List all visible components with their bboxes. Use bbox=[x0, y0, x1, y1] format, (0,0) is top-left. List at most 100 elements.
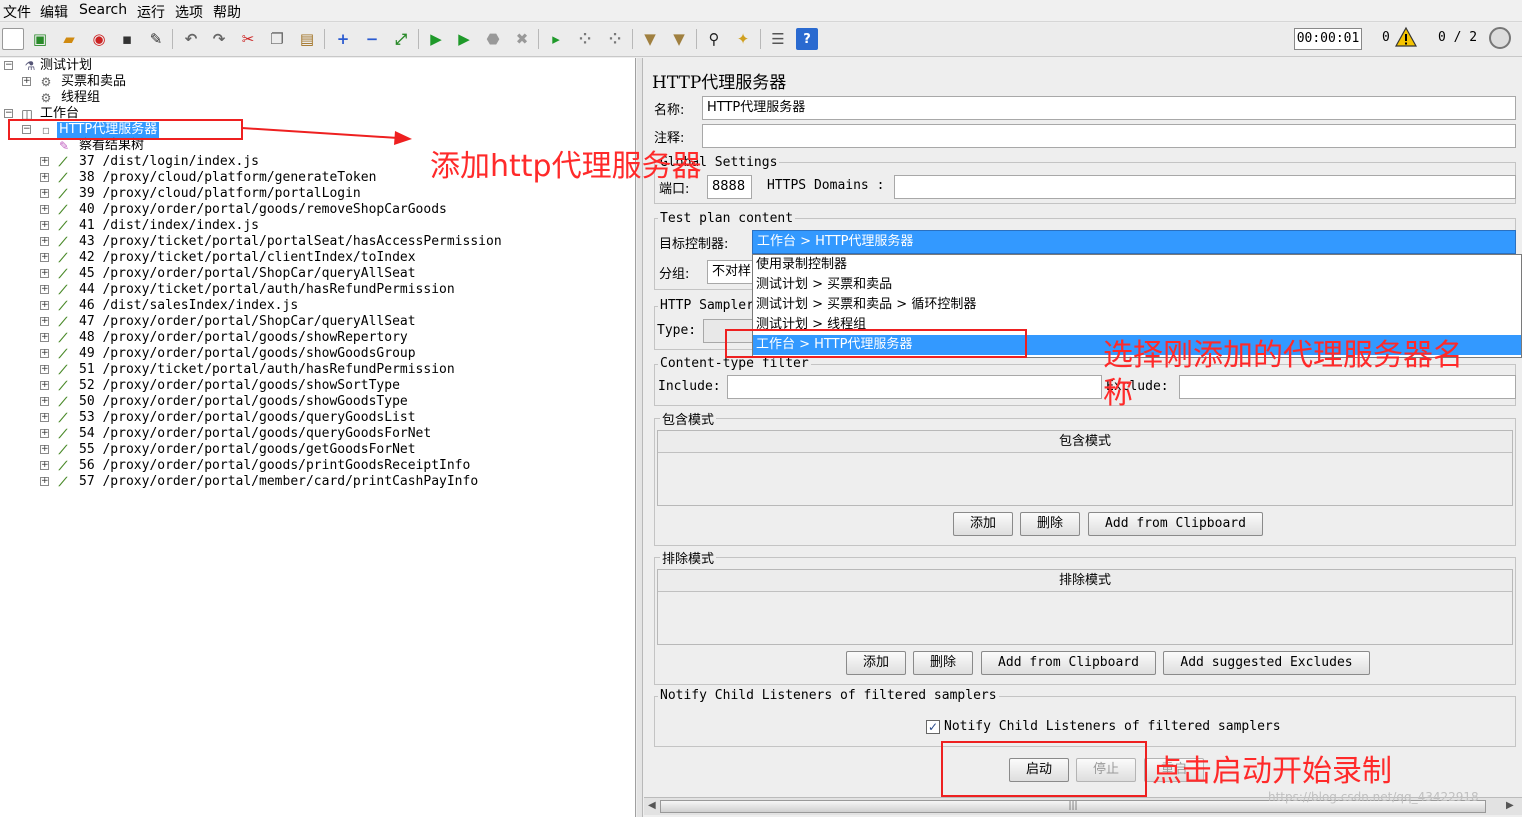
start-no-pause-icon[interactable]: ▶ bbox=[453, 28, 475, 50]
menu-search[interactable]: Search bbox=[79, 2, 127, 18]
menu-options[interactable]: 选项 bbox=[175, 2, 203, 22]
expand-toggle[interactable]: + bbox=[40, 397, 49, 406]
tree-node-sampler[interactable]: 38 /proxy/cloud/platform/generateToken bbox=[79, 170, 376, 186]
clear-all-icon[interactable]: ▼ bbox=[668, 28, 690, 50]
tree-node-sampler[interactable]: 45 /proxy/order/portal/ShopCar/queryAllS… bbox=[79, 266, 416, 282]
remote-shutdown-icon[interactable]: ⁘ bbox=[604, 28, 626, 50]
target-controller-select[interactable]: 工作台 > HTTP代理服务器 bbox=[752, 230, 1516, 254]
expand-toggle[interactable]: + bbox=[40, 477, 49, 486]
menu-run[interactable]: 运行 bbox=[137, 2, 165, 22]
include-add-button[interactable]: 添加 bbox=[953, 512, 1013, 536]
include-add-from-clipboard-button[interactable]: Add from Clipboard bbox=[1088, 512, 1263, 536]
expand-toggle[interactable]: + bbox=[40, 173, 49, 182]
tree-node-sampler[interactable]: 51 /proxy/ticket/portal/auth/hasRefundPe… bbox=[79, 362, 455, 378]
close-icon[interactable]: ◉ bbox=[88, 28, 110, 50]
expand-toggle[interactable]: + bbox=[40, 317, 49, 326]
stop-icon[interactable]: ⬣ bbox=[482, 28, 504, 50]
expand-toggle[interactable]: + bbox=[40, 189, 49, 198]
remote-start-icon[interactable]: ▸ bbox=[545, 28, 567, 50]
exclude-filter-field[interactable] bbox=[1179, 375, 1516, 399]
tree-node-sampler[interactable]: 49 /proxy/order/portal/goods/showGoodsGr… bbox=[79, 346, 416, 362]
tree-node-sampler[interactable]: 56 /proxy/order/portal/goods/printGoodsR… bbox=[79, 458, 470, 474]
dropdown-option[interactable]: 测试计划 > 买票和卖品 bbox=[756, 275, 892, 295]
collapse-toggle[interactable]: − bbox=[4, 61, 13, 70]
scroll-right-icon[interactable]: ▶ bbox=[1506, 800, 1514, 811]
paste-icon[interactable]: ▤ bbox=[296, 28, 318, 50]
expand-toggle[interactable]: + bbox=[40, 157, 49, 166]
help-icon[interactable]: ? bbox=[796, 28, 818, 50]
tree-node-view-results[interactable]: 察看结果树 bbox=[79, 138, 144, 154]
tree-node-sampler[interactable]: 43 /proxy/ticket/portal/portalSeat/hasAc… bbox=[79, 234, 502, 250]
tree-node-sampler[interactable]: 42 /proxy/ticket/portal/clientIndex/toIn… bbox=[79, 250, 416, 266]
tree-node-thread-group[interactable]: 买票和卖品 bbox=[61, 74, 126, 90]
tree-node-sampler[interactable]: 41 /dist/index/index.js bbox=[79, 218, 259, 234]
add-suggested-excludes-button[interactable]: Add suggested Excludes bbox=[1163, 651, 1370, 675]
expand-toggle[interactable]: + bbox=[40, 381, 49, 390]
save-icon[interactable]: ▪ bbox=[116, 28, 138, 50]
redo-icon[interactable]: ↷ bbox=[208, 28, 230, 50]
dropdown-option[interactable]: 测试计划 > 买票和卖品 > 循环控制器 bbox=[756, 295, 976, 315]
expand-toggle[interactable]: + bbox=[40, 429, 49, 438]
tree-node-sampler[interactable]: 40 /proxy/order/portal/goods/removeShopC… bbox=[79, 202, 447, 218]
exclude-add-button[interactable]: 添加 bbox=[846, 651, 906, 675]
include-filter-field[interactable] bbox=[727, 375, 1102, 399]
expand-icon[interactable]: + bbox=[332, 28, 354, 50]
menu-help[interactable]: 帮助 bbox=[213, 2, 241, 22]
name-field[interactable]: HTTP代理服务器 bbox=[702, 96, 1516, 120]
expand-toggle[interactable]: + bbox=[40, 413, 49, 422]
tree-node-sampler[interactable]: 48 /proxy/order/portal/goods/showReperto… bbox=[79, 330, 408, 346]
tree-node-thread-group[interactable]: 线程组 bbox=[61, 90, 100, 106]
expand-toggle[interactable]: + bbox=[40, 333, 49, 342]
remote-stop-icon[interactable]: ⁘ bbox=[574, 28, 596, 50]
expand-toggle[interactable]: + bbox=[40, 445, 49, 454]
port-field[interactable]: 8888 bbox=[707, 175, 752, 199]
expand-toggle[interactable]: + bbox=[40, 253, 49, 262]
search-icon[interactable]: ⚲ bbox=[703, 28, 725, 50]
notify-checkbox[interactable]: ✓ bbox=[926, 720, 940, 734]
tree-node-test-plan[interactable]: 测试计划 bbox=[40, 58, 92, 74]
scroll-left-icon[interactable]: ◀ bbox=[648, 800, 656, 811]
expand-toggle[interactable]: + bbox=[40, 221, 49, 230]
tree-node-sampler[interactable]: 46 /dist/salesIndex/index.js bbox=[79, 298, 298, 314]
tree-node-sampler[interactable]: 54 /proxy/order/portal/goods/queryGoodsF… bbox=[79, 426, 431, 442]
exclude-add-from-clipboard-button[interactable]: Add from Clipboard bbox=[981, 651, 1156, 675]
expand-toggle[interactable]: + bbox=[40, 285, 49, 294]
include-delete-button[interactable]: 删除 bbox=[1020, 512, 1080, 536]
expand-toggle[interactable]: + bbox=[40, 349, 49, 358]
expand-toggle[interactable]: + bbox=[40, 269, 49, 278]
shutdown-icon[interactable]: ✖ bbox=[511, 28, 533, 50]
new-icon[interactable] bbox=[2, 28, 24, 50]
expand-toggle[interactable]: + bbox=[40, 365, 49, 374]
tree-node-sampler[interactable]: 39 /proxy/cloud/platform/portalLogin bbox=[79, 186, 361, 202]
tree-node-sampler[interactable]: 57 /proxy/order/portal/member/card/print… bbox=[79, 474, 478, 490]
exclude-delete-button[interactable]: 删除 bbox=[913, 651, 973, 675]
tree-node-sampler[interactable]: 47 /proxy/order/portal/ShopCar/queryAllS… bbox=[79, 314, 416, 330]
menu-file[interactable]: 文件 bbox=[3, 2, 31, 22]
comment-field[interactable] bbox=[702, 124, 1516, 148]
copy-icon[interactable]: ❐ bbox=[266, 28, 288, 50]
save-as-icon[interactable]: ✎ bbox=[145, 28, 167, 50]
collapse-toggle[interactable]: − bbox=[4, 109, 13, 118]
start-icon[interactable]: ▶ bbox=[425, 28, 447, 50]
function-helper-icon[interactable]: ☰ bbox=[767, 28, 789, 50]
expand-toggle[interactable]: + bbox=[40, 301, 49, 310]
expand-toggle[interactable]: + bbox=[40, 237, 49, 246]
tree-node-sampler[interactable]: 53 /proxy/order/portal/goods/queryGoodsL… bbox=[79, 410, 416, 426]
dropdown-option[interactable]: 使用录制控制器 bbox=[756, 255, 847, 275]
templates-icon[interactable]: ▣ bbox=[29, 28, 51, 50]
https-domains-field[interactable] bbox=[894, 175, 1516, 199]
expand-toggle[interactable]: + bbox=[40, 461, 49, 470]
reset-search-icon[interactable]: ✦ bbox=[732, 28, 754, 50]
collapse-icon[interactable]: − bbox=[361, 28, 383, 50]
tree-node-sampler[interactable]: 55 /proxy/order/portal/goods/getGoodsFor… bbox=[79, 442, 416, 458]
tree-node-sampler[interactable]: 52 /proxy/order/portal/goods/showSortTyp… bbox=[79, 378, 400, 394]
toggle-icon[interactable]: ⤢ bbox=[390, 28, 412, 50]
tree-node-sampler[interactable]: 37 /dist/login/index.js bbox=[79, 154, 259, 170]
tree-node-sampler[interactable]: 44 /proxy/ticket/portal/auth/hasRefundPe… bbox=[79, 282, 455, 298]
clear-icon[interactable]: ▼ bbox=[639, 28, 661, 50]
undo-icon[interactable]: ↶ bbox=[180, 28, 202, 50]
cut-icon[interactable]: ✂ bbox=[237, 28, 259, 50]
menu-edit[interactable]: 编辑 bbox=[40, 2, 68, 22]
expand-toggle[interactable]: + bbox=[40, 205, 49, 214]
tree-node-sampler[interactable]: 50 /proxy/order/portal/goods/showGoodsTy… bbox=[79, 394, 408, 410]
